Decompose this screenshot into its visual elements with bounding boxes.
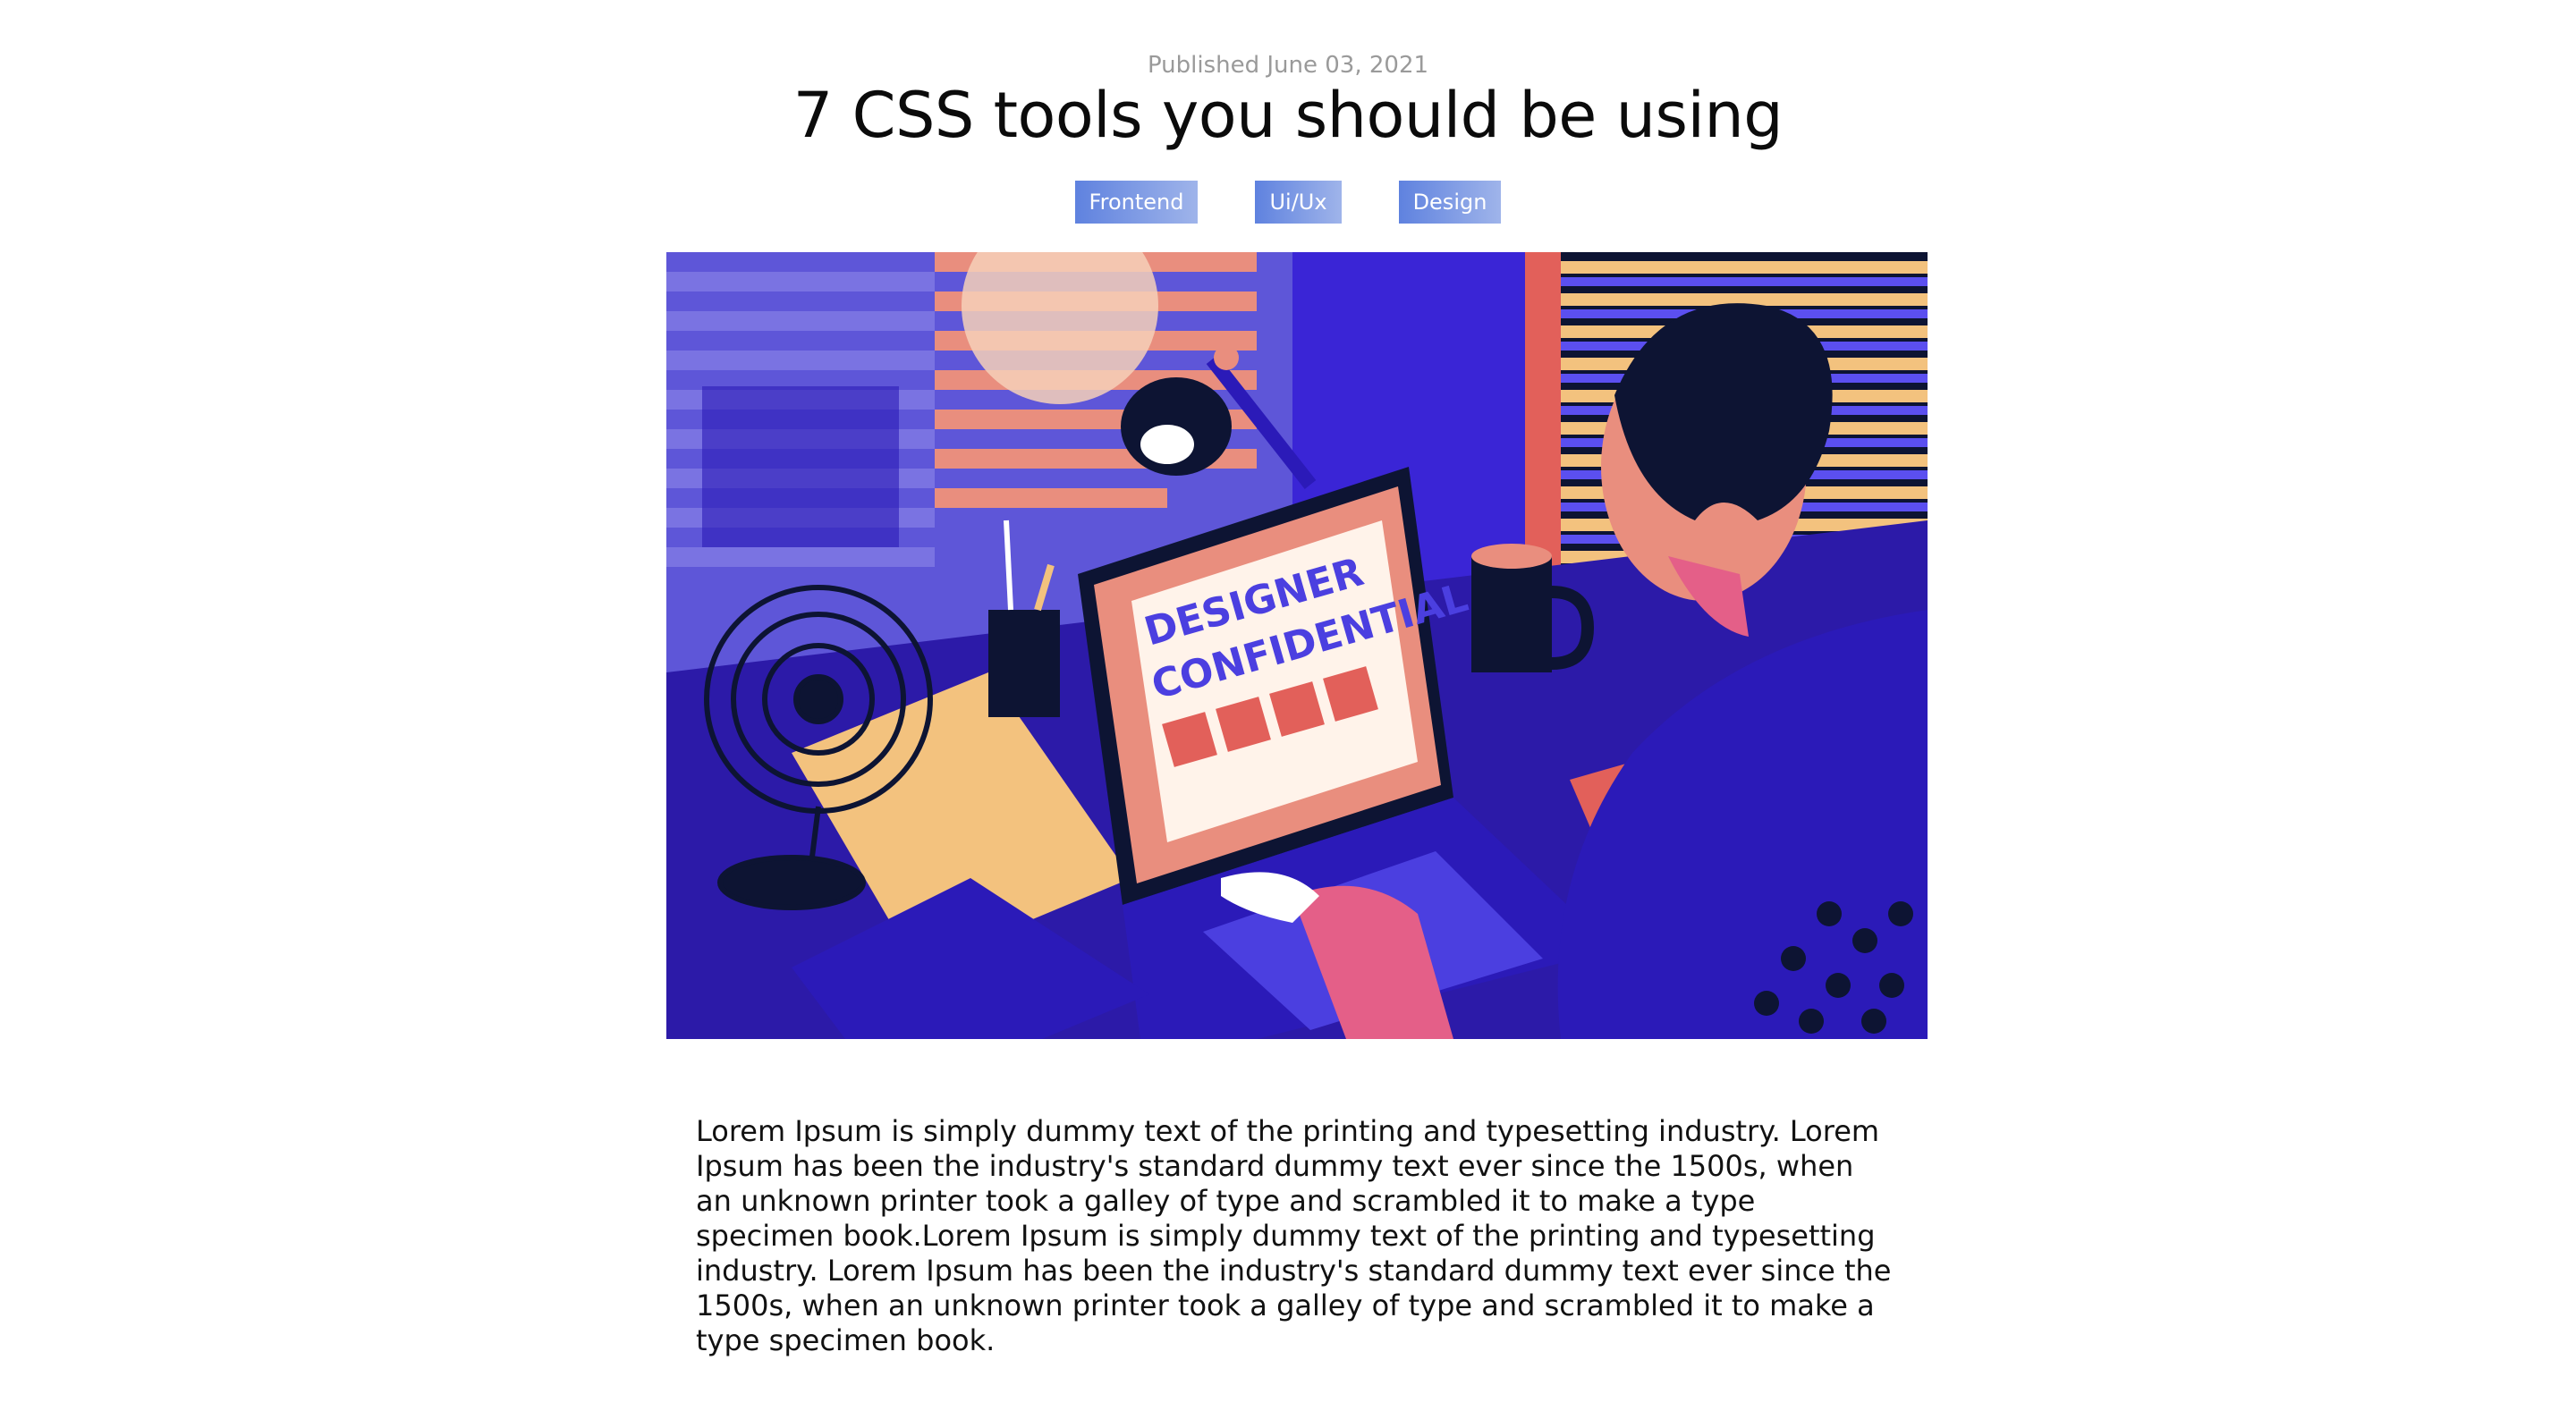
tag-ui-ux[interactable]: Ui/Ux [1255,181,1342,224]
article-body: Lorem Ipsum is simply dummy text of the … [696,1114,1892,1357]
tag-list: Frontend Ui/Ux Design [0,181,2576,224]
tag-frontend[interactable]: Frontend [1074,181,1199,224]
article-title: 7 CSS tools you should be using [792,79,1784,152]
article-page: Published June 03, 2021 7 CSS tools you … [0,0,2576,1411]
tag-design[interactable]: Design [1398,181,1502,224]
published-date: Published June 03, 2021 [1147,52,1429,79]
hero-illustration: DESIGNER CONFIDENTIAL [666,252,1928,1039]
